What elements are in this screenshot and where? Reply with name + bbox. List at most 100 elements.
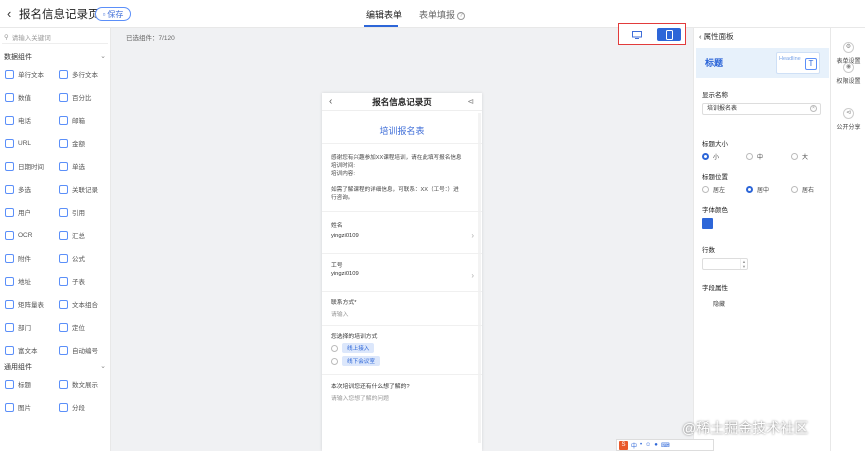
- radio-selected: [746, 186, 753, 193]
- back-chevron-icon[interactable]: ‹: [7, 6, 11, 21]
- component-item[interactable]: 数文展示: [59, 376, 109, 392]
- component-item[interactable]: 地址: [5, 273, 55, 289]
- form-description[interactable]: 感谢您有兴趣参加XX课程培训，请在此填写报名信息 培训时间: 培训内容: 如需了…: [331, 154, 476, 202]
- option-label: 线上接入: [342, 343, 375, 353]
- emoji-icon: ☺: [645, 442, 652, 448]
- property-panel-title[interactable]: ‹ 属性面板: [699, 31, 734, 42]
- rail-public-share[interactable]: ⊲ 公开分享: [831, 108, 865, 131]
- component-item[interactable]: 百分比: [59, 89, 109, 105]
- component-type-icon: [5, 253, 14, 263]
- phone-icon: [665, 29, 673, 40]
- group-title-data: 数据组件: [4, 54, 32, 61]
- hide-option[interactable]: 隐藏: [713, 299, 725, 308]
- component-type-icon: [5, 299, 14, 309]
- component-item[interactable]: 文本组合: [59, 296, 109, 312]
- component-item[interactable]: 标题: [5, 376, 55, 392]
- component-type-icon: [59, 345, 68, 355]
- component-item[interactable]: 多行文本: [59, 66, 109, 82]
- field-value: yingzi0109: [331, 271, 359, 277]
- component-item[interactable]: 子表: [59, 273, 109, 289]
- scrollbar[interactable]: [478, 113, 481, 443]
- selected-component-count: 已选组件：7/120: [126, 35, 175, 42]
- component-item[interactable]: 日期时间: [5, 158, 55, 174]
- tab-form-fill[interactable]: 表单填报?: [419, 8, 466, 21]
- form-title[interactable]: 培训报名表: [322, 124, 482, 137]
- component-item[interactable]: 矩阵量表: [5, 296, 55, 312]
- component-item[interactable]: 数值: [5, 89, 55, 105]
- component-item[interactable]: 引用: [59, 204, 109, 220]
- component-search[interactable]: ⚲ 请输入关键词: [2, 30, 108, 44]
- stepper-icon[interactable]: ▲ ▼: [740, 259, 747, 269]
- component-item[interactable]: 图片: [5, 399, 55, 415]
- component-item[interactable]: 金额: [59, 135, 109, 151]
- mic-icon: ●: [654, 442, 658, 448]
- component-item[interactable]: 单行文本: [5, 66, 55, 82]
- divider: [322, 291, 482, 292]
- field-placeholder: 请输入您想了解的问题: [331, 396, 389, 402]
- component-item[interactable]: 附件: [5, 250, 55, 266]
- property-panel: ‹ 属性面板 标题 Headline T 显示名称 培训报名表 × 标题大小 小…: [693, 28, 830, 451]
- general-components-group[interactable]: 通用组件 ⌄: [4, 362, 108, 372]
- component-item[interactable]: 用户: [5, 204, 55, 220]
- lock-icon: ◉: [843, 62, 854, 73]
- component-label: 富文本: [18, 348, 38, 355]
- tab-edit-form[interactable]: 编辑表单: [366, 8, 402, 21]
- component-item[interactable]: 自动编号: [59, 342, 109, 358]
- component-item[interactable]: 部门: [5, 319, 55, 335]
- component-label: 标题: [18, 382, 31, 389]
- component-item[interactable]: 分段: [59, 399, 109, 415]
- field-label: 联系方式*: [331, 300, 357, 306]
- title-position-label: 标题位置: [702, 174, 728, 181]
- component-item[interactable]: 电话: [5, 112, 55, 128]
- component-type-icon: [5, 115, 14, 125]
- size-option-medium-label: 中: [757, 155, 764, 161]
- component-label: 分段: [72, 405, 85, 412]
- component-item[interactable]: 富文本: [5, 342, 55, 358]
- component-type-icon: [5, 379, 14, 389]
- desktop-preview-button[interactable]: [625, 28, 649, 41]
- size-option-small[interactable]: 小: [702, 152, 719, 161]
- data-components-group[interactable]: 数据组件 ⌄: [4, 52, 108, 62]
- component-item[interactable]: 公式: [59, 250, 109, 266]
- radio-option-offline[interactable]: 线下会议室: [331, 356, 380, 366]
- component-item[interactable]: 单选: [59, 158, 109, 174]
- form-canvas: 已选组件：7/120 ‹ 报名信息记录页 ⊲ 培训报名表 感谢您有兴趣参加XX课…: [111, 23, 693, 451]
- position-option-left[interactable]: 居左: [702, 185, 725, 194]
- component-item[interactable]: 邮箱: [59, 112, 109, 128]
- rail-permission-settings[interactable]: ◉ 权限设置: [831, 62, 865, 85]
- position-option-center-label: 居中: [757, 188, 770, 194]
- phone-title: 报名信息记录页: [372, 97, 432, 107]
- component-panel: ⚲ 请输入关键词 数据组件 ⌄ 单行文本 多行文本 数值 百分比 电话 邮箱 URL 金额 日期…: [0, 28, 111, 451]
- component-label: 用户: [18, 210, 31, 217]
- divider: [322, 143, 482, 144]
- share-icon[interactable]: ⊲: [467, 93, 474, 111]
- headline-illustration: Headline T: [776, 52, 820, 74]
- clear-icon[interactable]: ×: [810, 105, 817, 112]
- component-label: 邮箱: [72, 118, 85, 125]
- component-item[interactable]: OCR: [5, 227, 55, 243]
- component-type-icon: [59, 161, 68, 171]
- position-option-right[interactable]: 居右: [791, 185, 814, 194]
- ime-toolbar[interactable]: S 中 • ☺ ● ⌨: [616, 439, 714, 451]
- help-icon[interactable]: ?: [457, 11, 466, 20]
- radio-circle: [791, 153, 798, 160]
- font-color-swatch[interactable]: [702, 218, 713, 229]
- divider: [322, 325, 482, 326]
- save-button[interactable]: ▫ 保存: [95, 7, 131, 21]
- rows-input[interactable]: ▲ ▼: [702, 258, 748, 270]
- size-option-medium[interactable]: 中: [746, 152, 763, 161]
- component-item[interactable]: 关联记录: [59, 181, 109, 197]
- component-type-icon: [5, 207, 14, 217]
- display-name-input[interactable]: 培训报名表 ×: [702, 103, 821, 115]
- mobile-preview-button[interactable]: [657, 28, 681, 41]
- component-item[interactable]: 定位: [59, 319, 109, 335]
- field-value: yingzi0109: [331, 233, 359, 239]
- component-item[interactable]: URL: [5, 135, 55, 151]
- size-option-large[interactable]: 大: [791, 152, 808, 161]
- component-item[interactable]: 多选: [5, 181, 55, 197]
- radio-option-online[interactable]: 线上接入: [331, 343, 375, 353]
- back-chevron-icon[interactable]: ‹: [329, 93, 332, 111]
- position-option-center[interactable]: 居中: [746, 185, 769, 194]
- field-label: 工号: [331, 263, 343, 269]
- component-item[interactable]: 汇总: [59, 227, 109, 243]
